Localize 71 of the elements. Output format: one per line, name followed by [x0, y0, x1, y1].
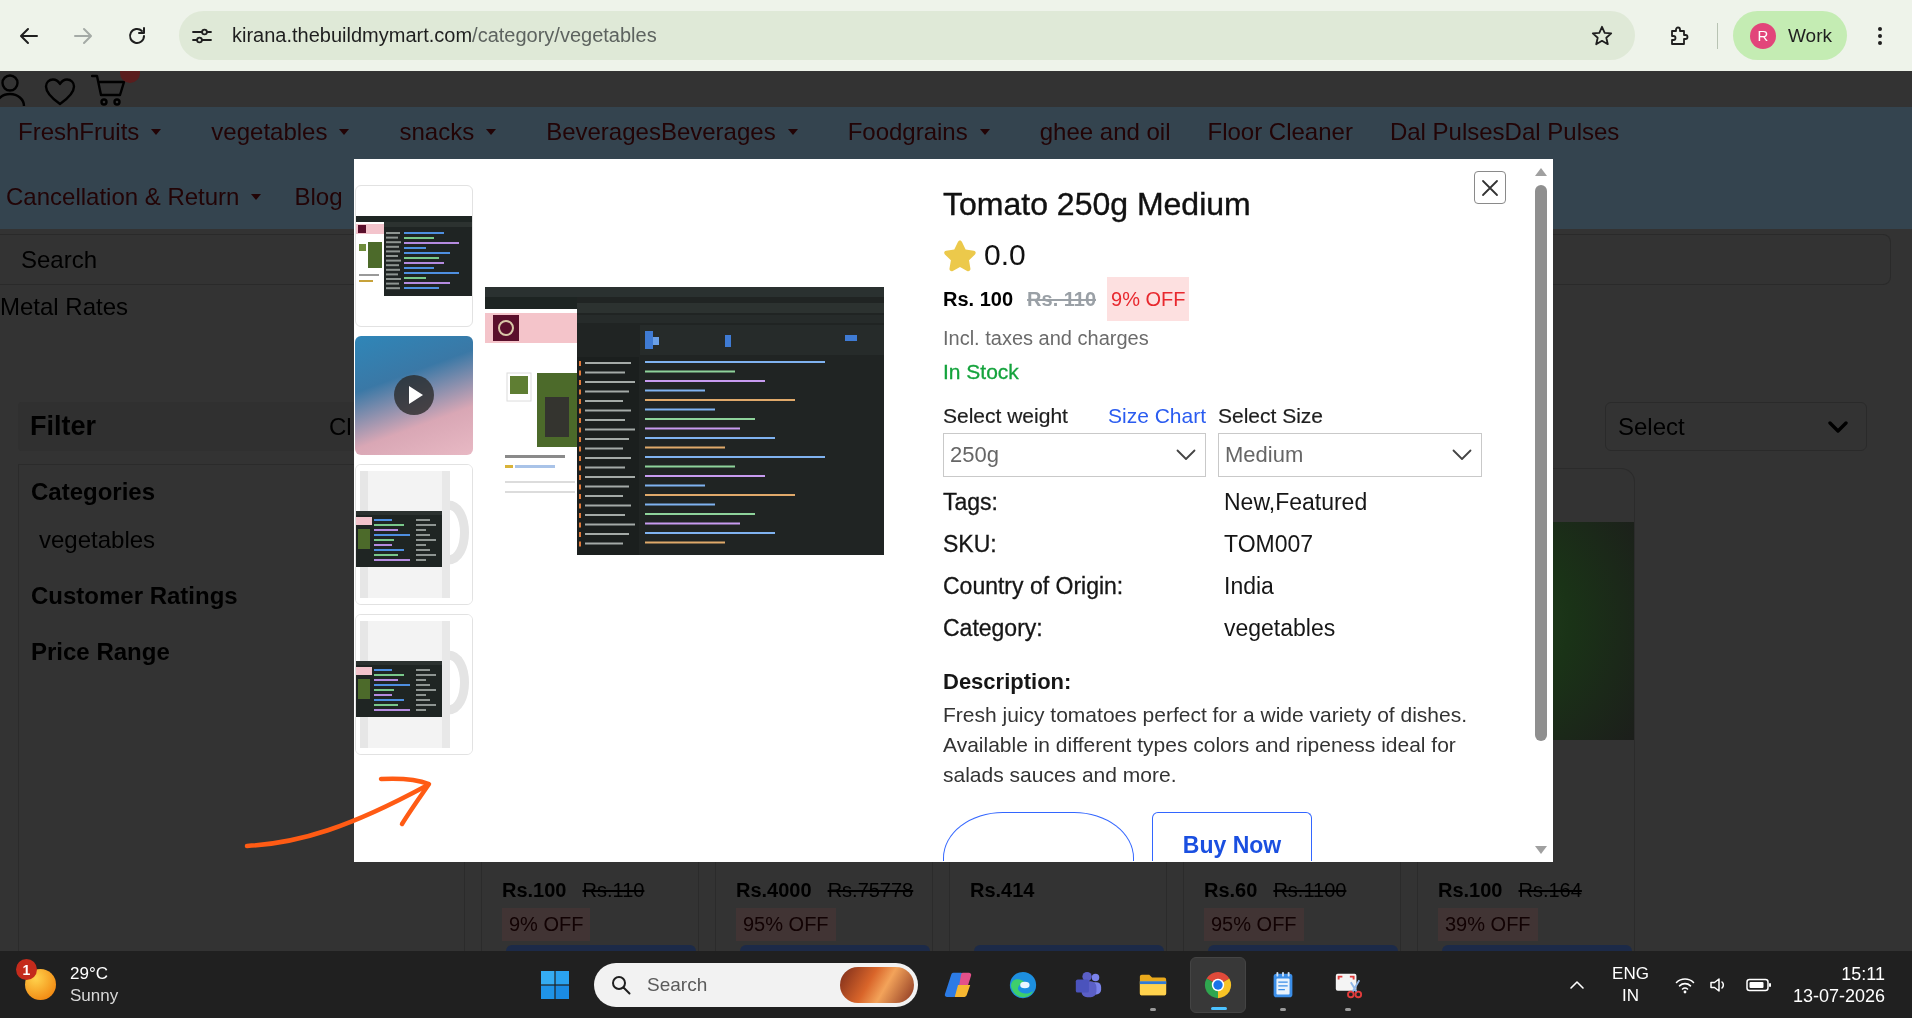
rating-value: 0.0	[984, 238, 1026, 272]
nav-link[interactable]: Foodgrains	[847, 118, 1003, 146]
nav-link[interactable]: ghee and oil	[1039, 118, 1171, 146]
taskbar-search[interactable]: Search	[594, 962, 918, 1007]
bookmark-star-icon[interactable]	[1590, 23, 1614, 48]
notification-badge: 1	[16, 959, 37, 980]
scrollbar-thumb[interactable]	[1535, 185, 1547, 741]
nav-link[interactable]: vegetables	[211, 118, 363, 146]
clock-button[interactable]: 15:11 13-07-2026	[1792, 962, 1885, 1007]
detail-value: New,Featured	[1224, 488, 1368, 516]
buy-now-button[interactable]: Buy Now	[1152, 812, 1312, 861]
play-icon[interactable]	[394, 375, 434, 415]
detail-label: Tags:	[943, 488, 998, 516]
url-text: kirana.thebuildmymart.com/category/vegetables	[232, 24, 657, 47]
tricolor-circle-icon[interactable]	[1203, 969, 1233, 1000]
select-label: Select weight	[943, 404, 1068, 428]
size-chart-link[interactable]: Size Chart	[1107, 404, 1206, 428]
chevron-down-icon	[1828, 420, 1848, 433]
language-button[interactable]: ENG IN	[1612, 962, 1649, 1007]
star-icon	[943, 238, 977, 272]
detail-value: vegetables	[1224, 614, 1336, 642]
address-bar[interactable]: kirana.thebuildmymart.com/category/vegetables	[179, 11, 1635, 60]
wave-circle-icon[interactable]	[1008, 969, 1038, 1000]
caret-icon	[787, 129, 798, 135]
nav-link[interactable]: Dal PulsesDal Pulses	[1389, 118, 1620, 146]
search-placeholder: Search	[647, 973, 708, 996]
detail-label: Country of Origin:	[943, 572, 1124, 600]
nav-link[interactable]: FreshFruits	[18, 118, 175, 146]
nav-link[interactable]: Blog	[294, 183, 343, 211]
nav-link[interactable]: Floor Cleaner	[1207, 118, 1353, 146]
weather-condition[interactable]: Sunny	[70, 984, 119, 1007]
nav-link[interactable]: BeveragesBeverages	[546, 118, 811, 146]
search-icon	[611, 974, 631, 995]
caret-icon	[251, 194, 262, 200]
mug-thumbnail[interactable]	[355, 614, 473, 755]
scroll-down-icon[interactable]	[1535, 846, 1547, 854]
profile-button[interactable]: R Work	[1733, 11, 1847, 60]
variant-select[interactable]: 250g	[943, 433, 1206, 477]
stock-status: In Stock	[943, 359, 1019, 385]
profile-avatar: R	[1750, 22, 1776, 49]
caret-icon	[486, 129, 497, 135]
original-price: Rs. 110	[1027, 287, 1096, 311]
people-icon[interactable]	[1073, 969, 1103, 1000]
caret-icon	[339, 129, 350, 135]
product-price: Rs. 100	[943, 287, 1014, 311]
product-title: Tomato 250g Medium	[943, 185, 1251, 224]
close-button[interactable]	[1474, 171, 1506, 204]
detail-value: TOM007	[1224, 530, 1314, 558]
description-heading: Description:	[943, 668, 1072, 696]
video-thumbnail[interactable]	[355, 336, 473, 455]
mug-thumbnail[interactable]	[355, 464, 473, 605]
scroll-up-icon[interactable]	[1535, 168, 1547, 176]
select-label: Select Size	[1218, 404, 1324, 428]
windows-logo-icon[interactable]	[541, 970, 569, 999]
detail-label: SKU:	[943, 530, 997, 558]
detail-label: Category:	[943, 614, 1043, 642]
active-app-tile[interactable]	[1190, 956, 1246, 1013]
variant-select[interactable]: Medium	[1218, 433, 1482, 477]
weather-temperature[interactable]: 29°C	[70, 962, 108, 985]
chevron-down-icon	[1176, 449, 1196, 461]
nav-link[interactable]: Cancellation & Return	[6, 183, 262, 211]
detail-value: India	[1224, 572, 1274, 600]
caret-icon	[151, 129, 162, 135]
chevron-down-icon	[1452, 449, 1472, 461]
nav-link[interactable]: snacks	[399, 118, 510, 146]
description-text: Fresh juicy tomatoes perfect for a wide variety of dishes. Available in different types colors and ripeness ideal for salads sauces and more.	[943, 702, 1469, 788]
close-icon	[1481, 178, 1499, 197]
screenshot-thumbnail[interactable]	[355, 185, 473, 327]
tax-note: Incl. taxes and charges	[943, 326, 1149, 351]
caret-icon	[979, 129, 990, 135]
discount-badge: 9% OFF	[1107, 277, 1190, 321]
